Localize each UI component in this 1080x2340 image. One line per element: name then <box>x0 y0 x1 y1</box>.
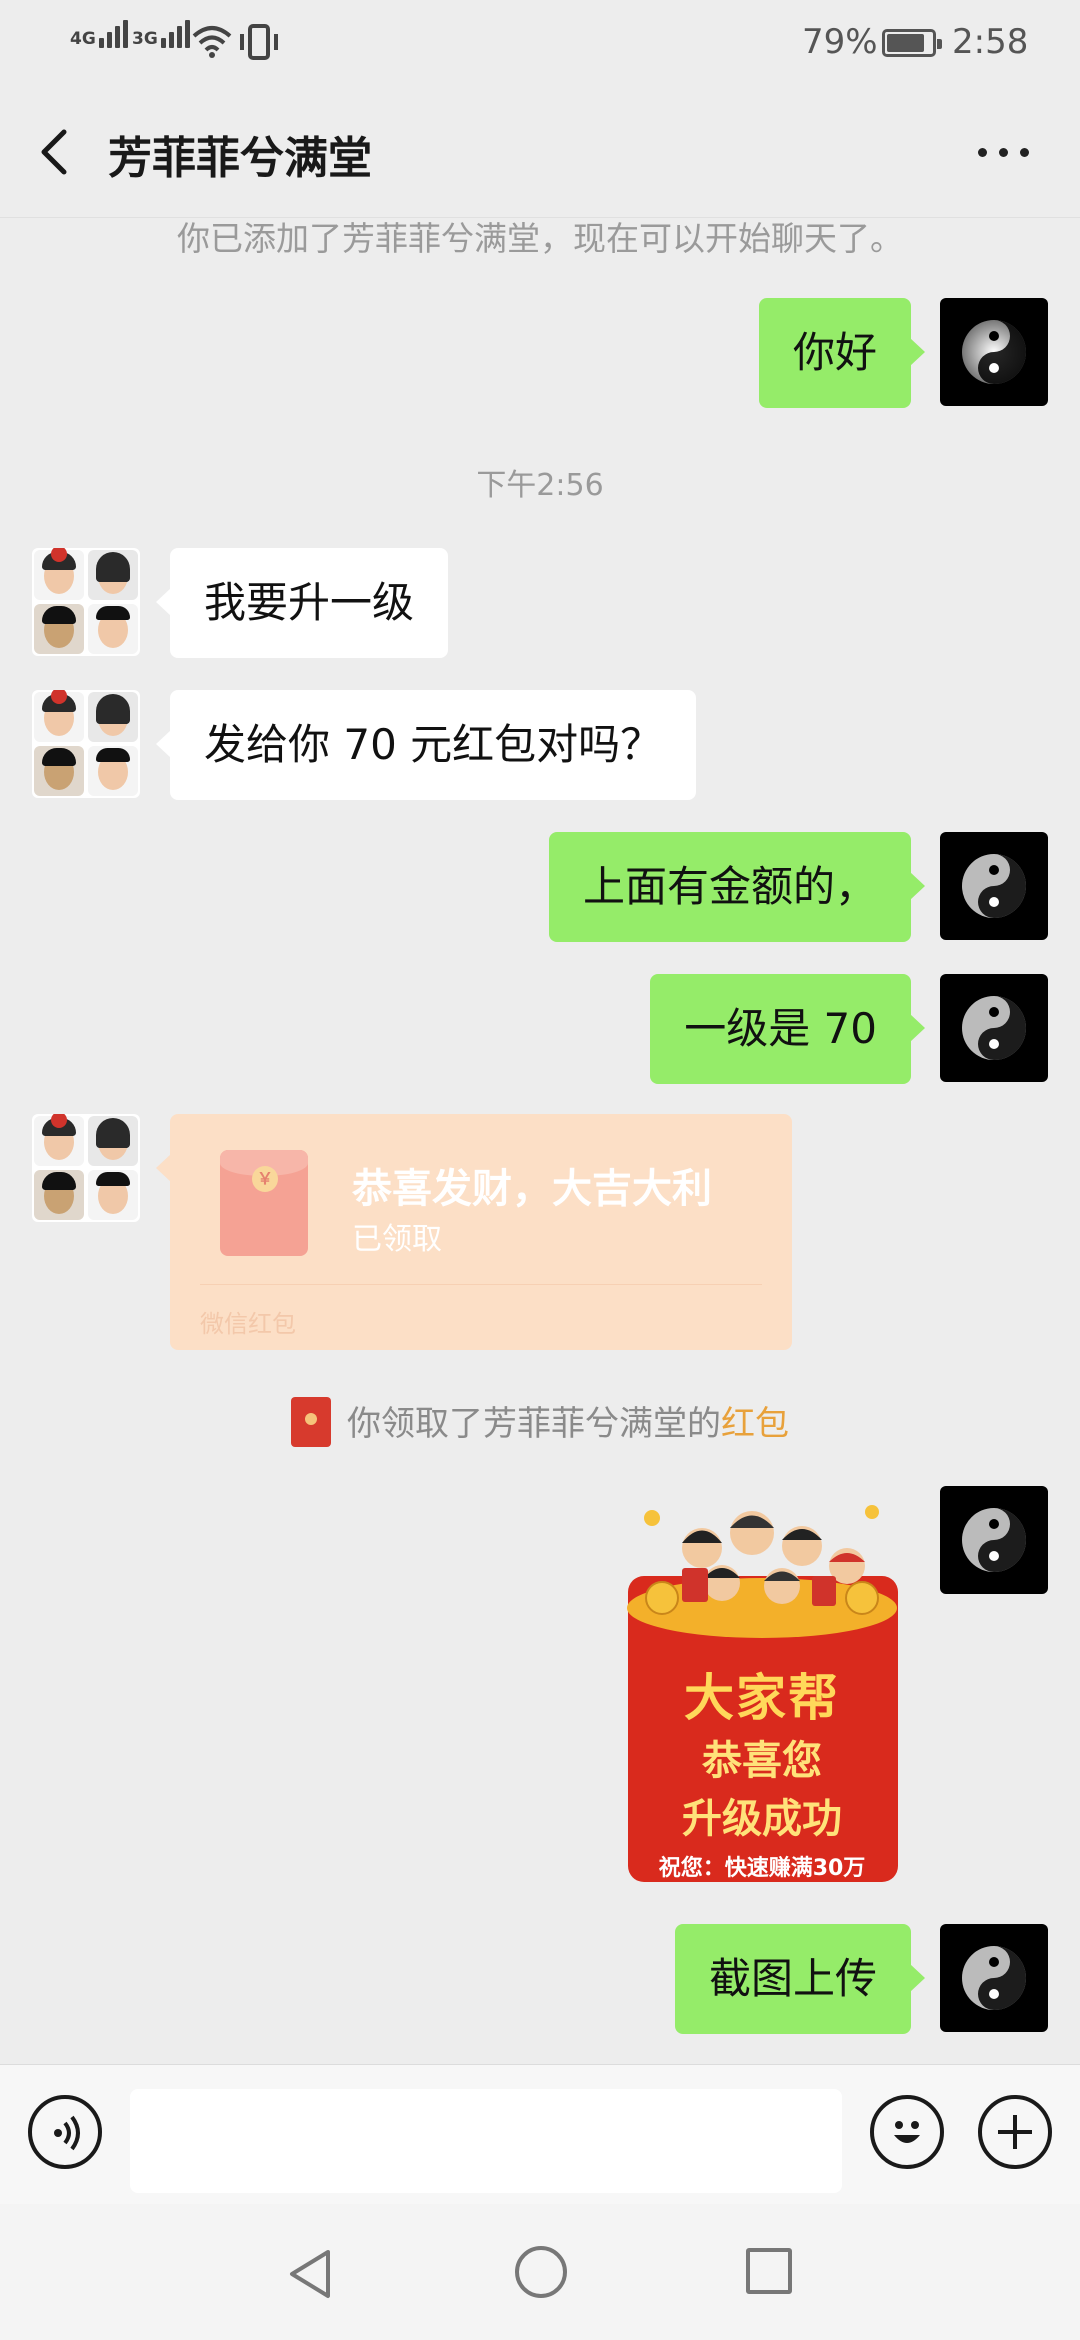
sticker-text-upgrade: 升级成功 <box>682 1796 842 1842</box>
emoji-icon[interactable] <box>870 2095 944 2169</box>
status-bar: 4G 3G 79% 2:58 <box>0 0 1080 88</box>
network-type-1: 4G <box>70 29 96 49</box>
plus-icon[interactable] <box>978 2095 1052 2169</box>
red-packet-footer: 微信红包 <box>200 1310 296 1338</box>
red-packet-link[interactable]: 红包 <box>721 1404 789 1444</box>
my-avatar[interactable] <box>940 832 1048 940</box>
clock: 2:58 <box>952 22 1029 62</box>
timestamp: 下午2:56 <box>476 468 604 503</box>
sticker-message[interactable]: 大家帮 恭喜您 升级成功 祝您：快速赚满30万 <box>622 1488 902 1888</box>
nav-recent-icon[interactable] <box>746 2248 792 2294</box>
network-type-2: 3G <box>132 29 158 49</box>
signal-icon-2: 3G <box>132 20 193 48</box>
message-bubble-received[interactable]: 我要升一级 <box>155 548 449 658</box>
my-avatar[interactable] <box>940 1924 1048 2032</box>
chat-area[interactable]: 你已添加了芳菲菲兮满堂，现在可以开始聊天了。 你好 下午2:56 我要升一级 发… <box>0 218 1080 2064</box>
message-bubble-sent[interactable]: 一级是 70 <box>650 974 925 1084</box>
receipt-text: 你领取了芳菲菲兮满堂的 <box>347 1404 721 1444</box>
more-icon[interactable] <box>974 134 1034 170</box>
yin-yang-icon <box>962 320 1026 384</box>
voice-icon[interactable] <box>28 2095 102 2169</box>
group-avatar[interactable] <box>32 548 140 656</box>
sticker-text-wish: 祝您：快速赚满30万 <box>658 1856 866 1881</box>
my-avatar[interactable] <box>940 974 1048 1082</box>
system-nav-bar <box>0 2204 1080 2340</box>
chat-title: 芳菲菲兮满堂 <box>108 133 372 184</box>
message-bubble-sent[interactable]: 截图上传 <box>674 1924 926 2034</box>
input-bar <box>0 2064 1080 2204</box>
battery-percent: 79% <box>802 22 878 62</box>
title-bar: 芳菲菲兮满堂 <box>0 88 1080 218</box>
red-packet-title: 恭喜发财，大吉大利 <box>352 1166 712 1212</box>
message-input[interactable] <box>130 2089 842 2193</box>
coin-icon: ￥ <box>252 1166 278 1192</box>
system-note: 你已添加了芳菲菲兮满堂，现在可以开始聊天了。 <box>177 219 903 258</box>
yin-yang-icon <box>962 1508 1026 1572</box>
red-envelope-icon: ￥ <box>220 1150 308 1256</box>
yin-yang-icon <box>962 1946 1026 2010</box>
cartoon-people-illustration <box>627 1505 897 1638</box>
wifi-icon <box>192 26 232 58</box>
my-avatar[interactable] <box>940 298 1048 406</box>
nav-home-icon[interactable] <box>515 2246 567 2298</box>
signal-icon: 4G <box>70 20 131 48</box>
back-chevron-icon[interactable] <box>28 122 78 182</box>
nav-back-icon[interactable] <box>284 2246 336 2302</box>
message-bubble-sent[interactable]: 上面有金额的， <box>548 832 926 942</box>
yin-yang-icon <box>962 996 1026 1060</box>
divider <box>200 1284 762 1285</box>
red-packet-status: 已领取 <box>352 1222 442 1257</box>
message-bubble-received[interactable]: 发给你 70 元红包对吗？ <box>155 690 697 800</box>
group-avatar[interactable] <box>32 690 140 798</box>
sticker-text-brand: 大家帮 <box>684 1669 840 1727</box>
yin-yang-icon <box>962 854 1026 918</box>
battery-icon <box>882 29 942 57</box>
red-packet-message[interactable]: ￥ 恭喜发财，大吉大利 已领取 微信红包 <box>156 1114 792 1350</box>
sticker-text-congrats: 恭喜您 <box>702 1738 822 1784</box>
my-avatar[interactable] <box>940 1486 1048 1594</box>
vibrate-icon <box>240 24 278 60</box>
group-avatar[interactable] <box>32 1114 140 1222</box>
red-envelope-small-icon <box>291 1397 331 1447</box>
message-bubble-sent[interactable]: 你好 <box>758 298 926 408</box>
red-packet-receipt-note: 你领取了芳菲菲兮满堂的红包 <box>0 1396 1080 1447</box>
